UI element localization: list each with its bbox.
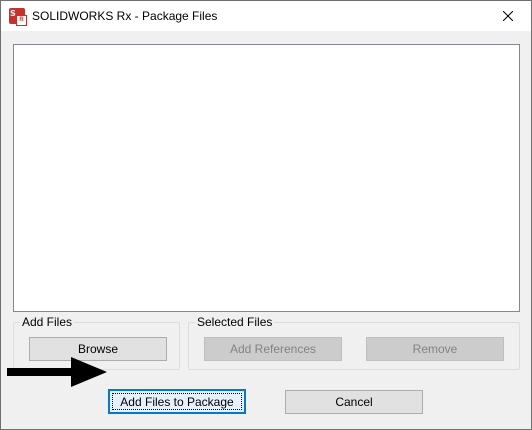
add-files-to-package-button[interactable]: Add Files to Package: [108, 389, 246, 414]
cancel-button[interactable]: Cancel: [285, 390, 423, 414]
focus-rectangle: [112, 393, 242, 410]
remove-button[interactable]: Remove: [366, 337, 504, 361]
title-bar[interactable]: S R SOLIDWORKS Rx - Package Files: [1, 1, 531, 31]
close-button[interactable]: [485, 1, 531, 31]
solidworks-rx-icon: S R: [9, 8, 27, 26]
close-icon: [503, 11, 513, 21]
right-arrow-icon: [7, 357, 107, 387]
window-title: SOLIDWORKS Rx - Package Files: [32, 9, 218, 23]
file-list[interactable]: [13, 44, 520, 312]
dialog-window: S R SOLIDWORKS Rx - Package Files Add Fi…: [0, 0, 532, 430]
selected-files-group: Selected Files Add References Remove: [188, 315, 520, 370]
add-files-group-label: Add Files: [20, 315, 75, 329]
add-references-button[interactable]: Add References: [204, 337, 342, 361]
selected-files-group-label: Selected Files: [195, 315, 275, 329]
